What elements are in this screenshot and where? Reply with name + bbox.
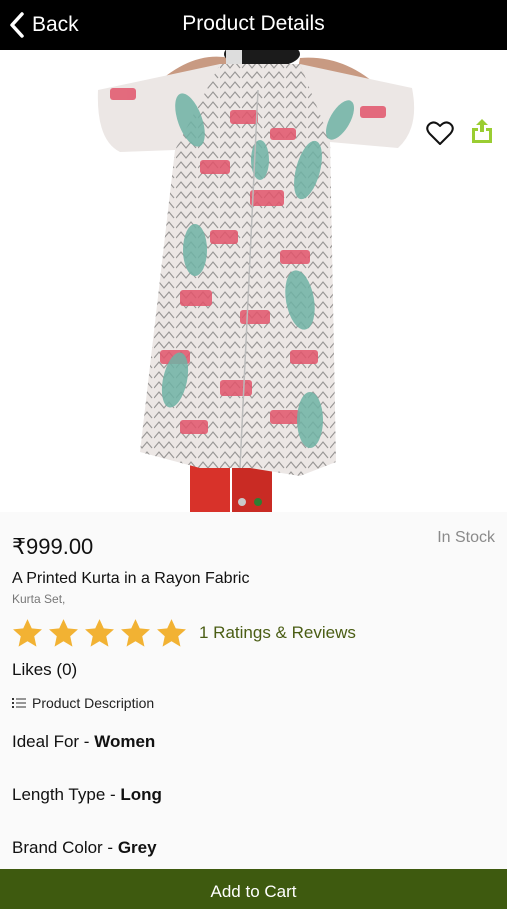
spec-brand-color: Brand Color - Grey xyxy=(12,838,157,858)
stock-status: In Stock xyxy=(437,529,495,546)
page-title: Product Details xyxy=(182,12,325,35)
product-details-panel: ₹999.00 In Stock A Printed Kurta in a Ra… xyxy=(0,512,507,870)
star-icon xyxy=(13,618,42,647)
spec-value: Grey xyxy=(117,838,157,857)
star-icon xyxy=(49,618,78,647)
top-bar: Back Product Details xyxy=(0,0,507,50)
product-name: A Printed Kurta in a Rayon Fabric xyxy=(12,570,250,587)
product-description-title: Product Description xyxy=(32,695,155,711)
share-icon[interactable] xyxy=(470,118,494,144)
product-category: Kurta Set, xyxy=(12,592,66,606)
pagination-dot-active[interactable] xyxy=(254,498,262,506)
spec-ideal-for: Ideal For - Women xyxy=(12,732,155,752)
star-icon xyxy=(85,618,114,647)
star-icon xyxy=(121,618,150,647)
add-to-cart-button[interactable]: Add to Cart xyxy=(0,869,507,909)
heart-icon[interactable] xyxy=(426,120,454,146)
ratings-reviews-link[interactable]: 1 Ratings & Reviews xyxy=(199,623,356,643)
spec-label: Ideal For - xyxy=(12,732,95,751)
pagination-dot[interactable] xyxy=(238,498,246,506)
list-icon xyxy=(12,698,26,708)
spec-value: Women xyxy=(94,732,156,751)
rating-stars xyxy=(10,617,189,650)
carousel-pagination xyxy=(238,498,262,506)
product-image-carousel[interactable] xyxy=(0,50,507,512)
spec-label: Brand Color - xyxy=(12,838,118,857)
product-price: ₹999.00 xyxy=(12,534,94,559)
product-description-header: Product Description xyxy=(12,695,154,711)
star-icon xyxy=(157,618,186,647)
likes-count[interactable]: Likes (0) xyxy=(12,660,77,680)
rating-row: 1 Ratings & Reviews xyxy=(10,616,356,650)
spec-length-type: Length Type - Long xyxy=(12,785,162,805)
spec-label: Length Type - xyxy=(12,785,121,804)
spec-value: Long xyxy=(120,785,162,804)
